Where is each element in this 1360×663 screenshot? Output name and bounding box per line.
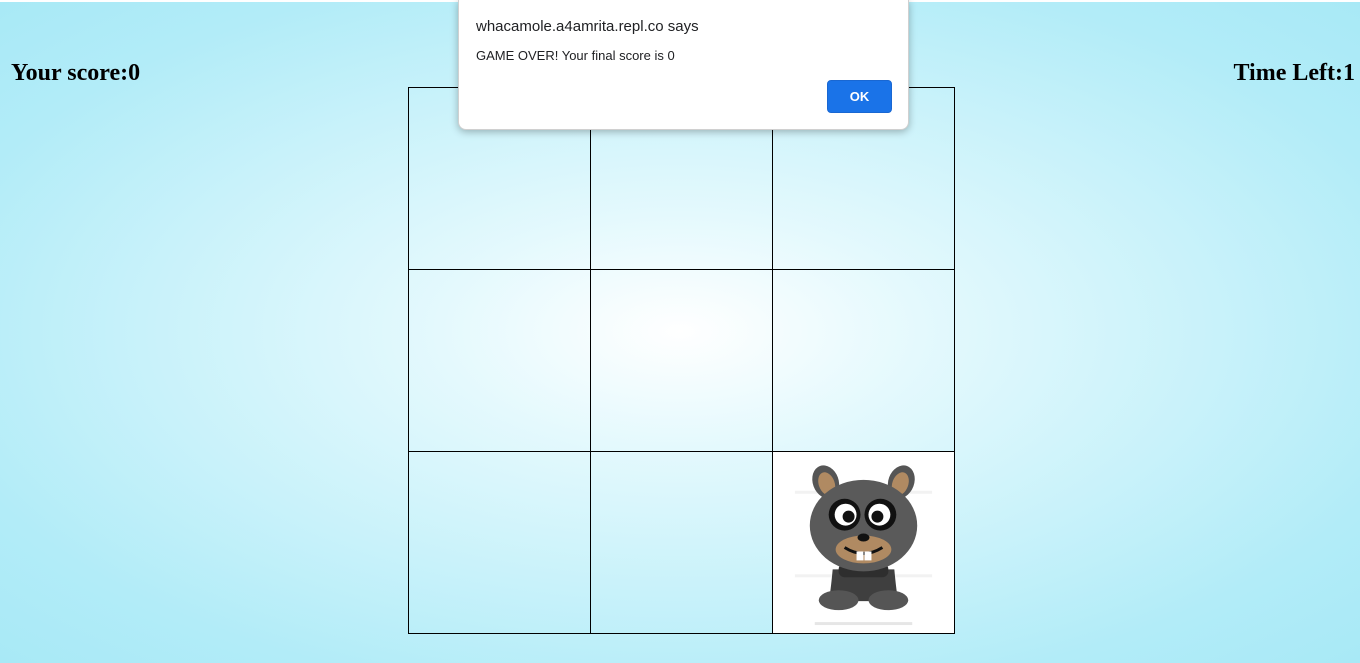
hole-5[interactable] xyxy=(589,268,773,452)
hole-9[interactable] xyxy=(771,450,955,634)
game-grid xyxy=(407,86,955,634)
hole-4[interactable] xyxy=(407,268,591,452)
ok-button[interactable]: OK xyxy=(827,80,892,113)
alert-dialog: whacamole.a4amrita.repl.co says GAME OVE… xyxy=(458,0,909,130)
time-left-display: Time Left:1 xyxy=(1233,60,1355,86)
hole-6[interactable] xyxy=(771,268,955,452)
hole-7[interactable] xyxy=(407,450,591,634)
alert-message: GAME OVER! Your final score is 0 xyxy=(476,48,675,63)
hole-8[interactable] xyxy=(589,450,773,634)
alert-origin: whacamole.a4amrita.repl.co says xyxy=(476,18,699,35)
mole-icon[interactable] xyxy=(773,452,954,633)
score-display: Your score:0 xyxy=(11,60,141,86)
